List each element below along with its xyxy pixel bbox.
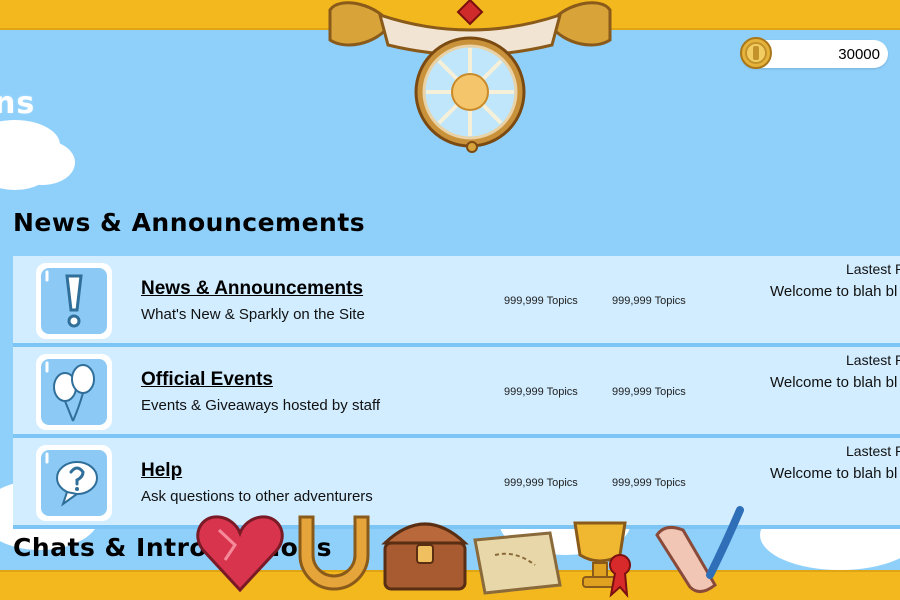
forum-title-link[interactable]: Official Events xyxy=(141,369,273,391)
latest-post-link[interactable]: Welcome to blah bl xyxy=(770,465,897,482)
coin-counter[interactable]: 30000 xyxy=(740,37,888,69)
latest-post-label: Lastest P xyxy=(846,443,900,459)
topics-count: 999,999 Topics xyxy=(504,295,578,307)
sun-compass-emblem xyxy=(328,0,612,153)
latest-post-label: Lastest P xyxy=(846,261,900,277)
scroll-quill-icon[interactable] xyxy=(655,506,744,593)
question-bubble-icon xyxy=(36,445,112,521)
treasure-chest-icon[interactable] xyxy=(381,522,469,591)
forum-row[interactable]: News & Announcements What's New & Sparkl… xyxy=(13,256,900,343)
latest-post-link[interactable]: Welcome to blah bl xyxy=(770,374,897,391)
section-heading: News & Announcements xyxy=(13,208,366,237)
trophy-icon[interactable] xyxy=(573,521,631,598)
latest-post-label: Lastest P xyxy=(846,352,900,368)
forum-description: What's New & Sparkly on the Site xyxy=(141,306,365,323)
forum-title-link[interactable]: News & Announcements xyxy=(141,278,363,300)
exclamation-icon xyxy=(36,263,112,339)
forum-title-link[interactable]: Help xyxy=(141,460,182,482)
posts-count: 999,999 Topics xyxy=(612,477,686,489)
latest-post-link[interactable]: Welcome to blah bl xyxy=(770,283,897,300)
topics-count: 999,999 Topics xyxy=(504,386,578,398)
page-banner-title: ns xyxy=(0,86,36,121)
treasure-map-icon[interactable] xyxy=(473,531,562,595)
heart-gem-icon[interactable] xyxy=(196,515,284,593)
forum-description: Events & Giveaways hosted by staff xyxy=(141,397,381,414)
balloons-icon xyxy=(36,354,112,430)
posts-count: 999,999 Topics xyxy=(612,386,686,398)
item-toolbar xyxy=(196,506,744,598)
horseshoe-icon[interactable] xyxy=(298,515,370,591)
topics-count: 999,999 Topics xyxy=(504,477,578,489)
posts-count: 999,999 Topics xyxy=(612,295,686,307)
coin-value: 30000 xyxy=(838,46,880,63)
coin-icon xyxy=(740,37,772,69)
forum-description: Ask questions to other adventurers xyxy=(141,488,373,505)
forum-row[interactable]: Official Events Events & Giveaways hoste… xyxy=(13,347,900,434)
